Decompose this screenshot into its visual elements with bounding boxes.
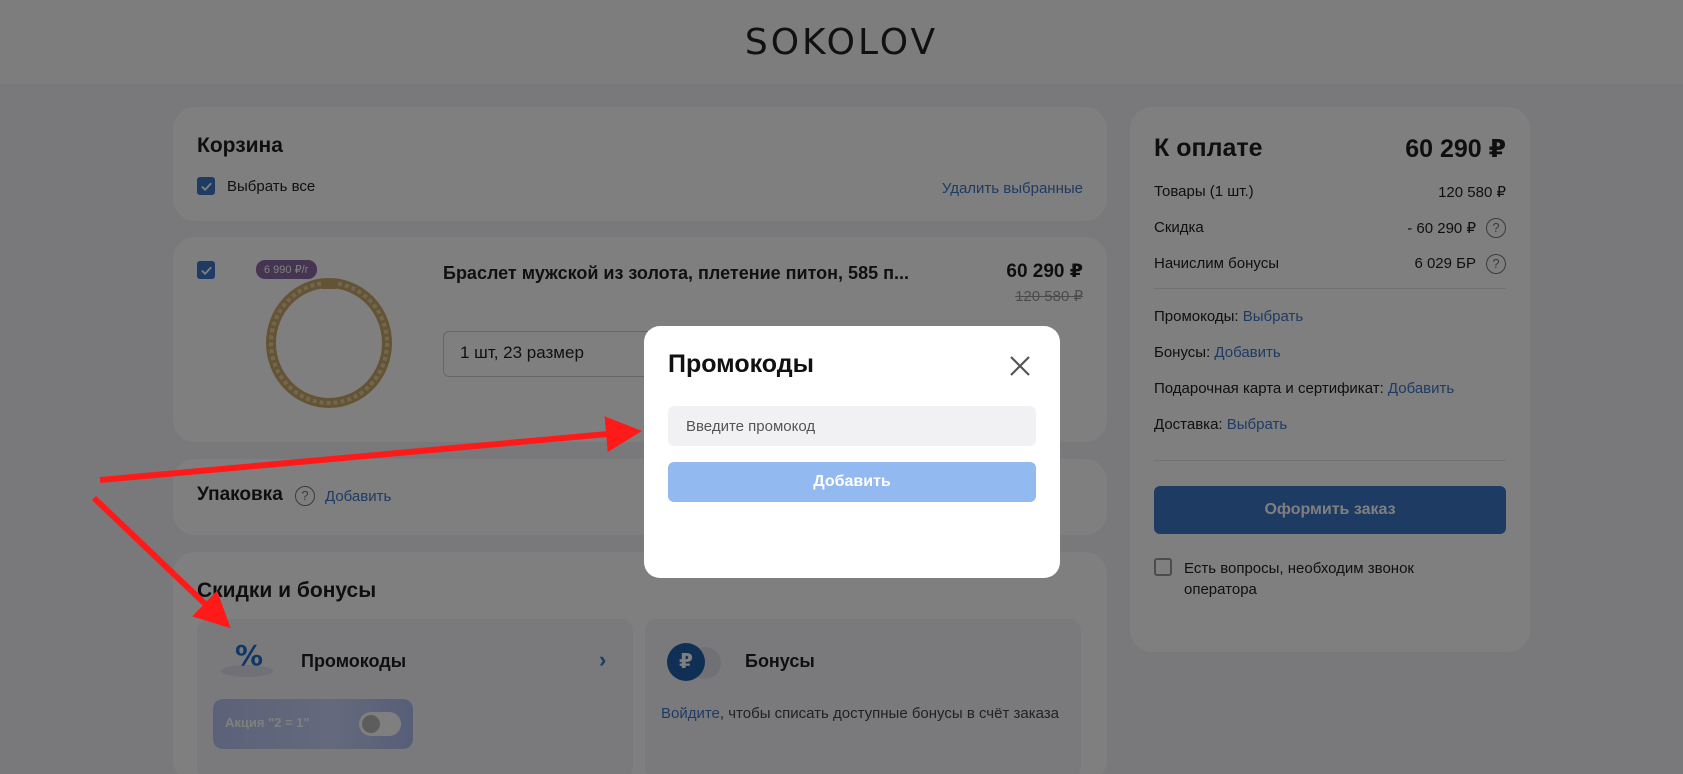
- close-icon[interactable]: [1008, 354, 1032, 378]
- promo-code-modal: Промокоды Добавить: [644, 326, 1060, 578]
- modal-title: Промокоды: [668, 350, 814, 378]
- add-promo-button[interactable]: Добавить: [668, 462, 1036, 502]
- promo-code-input[interactable]: [668, 406, 1036, 446]
